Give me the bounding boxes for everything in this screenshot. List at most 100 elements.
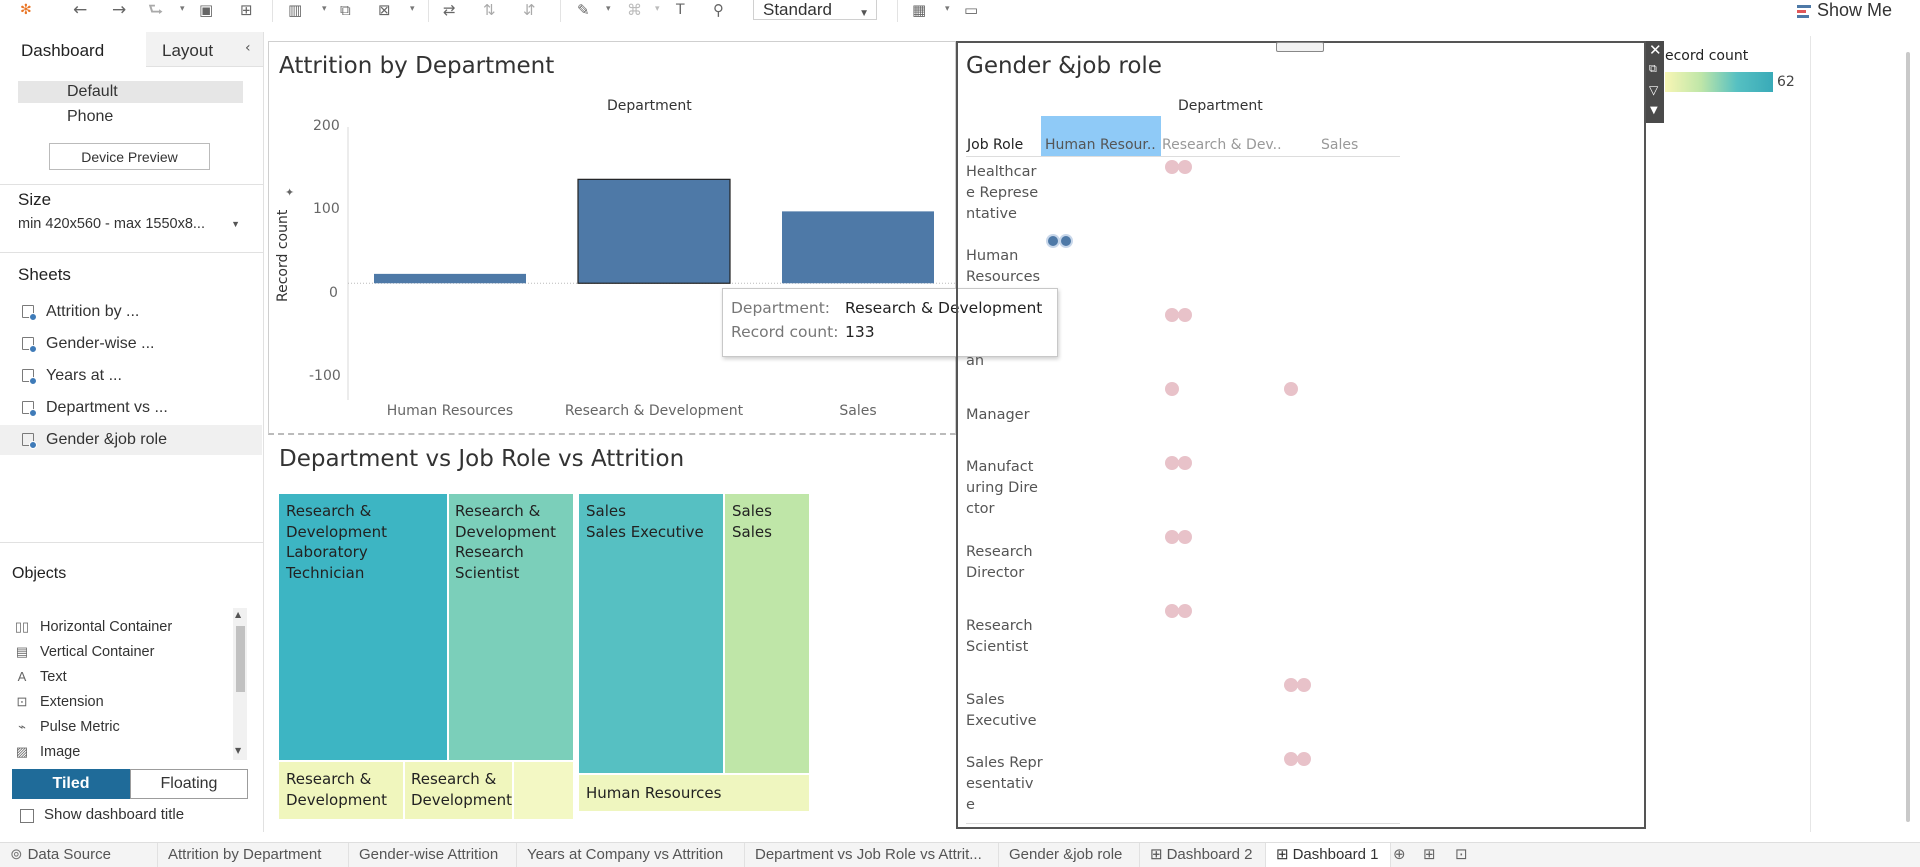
gender-dot[interactable] xyxy=(1165,308,1179,322)
filter-icon[interactable]: ▽ xyxy=(1649,83,1658,97)
gender-dot[interactable] xyxy=(1284,678,1298,692)
tab-dashboard-2[interactable]: ⊞ Dashboard 2 xyxy=(1140,843,1266,867)
canvas-scrollbar[interactable] xyxy=(1906,52,1910,822)
gender-dot[interactable] xyxy=(1297,752,1311,766)
new-worksheet-tab-icon[interactable]: ⊕ xyxy=(1393,845,1406,863)
replay-icon[interactable]: ⮑ xyxy=(148,0,163,20)
gender-dot[interactable] xyxy=(1178,604,1192,618)
gender-dot[interactable] xyxy=(1165,604,1179,618)
new-worksheet-caret-icon[interactable]: ▾ xyxy=(322,4,327,14)
more-options-icon[interactable]: ▼ xyxy=(1650,105,1658,116)
new-worksheet-icon[interactable]: ▥ xyxy=(288,0,302,20)
treemap-cell[interactable]: Sales Sales xyxy=(725,494,809,773)
tab-sheet[interactable]: Department vs Job Role vs Attrit... xyxy=(745,843,999,867)
tab-sheet[interactable]: Gender-wise Attrition xyxy=(349,843,517,867)
replay-caret-icon[interactable]: ▾ xyxy=(180,4,185,14)
tab-data-source[interactable]: ⊚ Data Source xyxy=(0,843,158,867)
tab-sheet[interactable]: Attrition by Department xyxy=(158,843,349,867)
object-item[interactable]: ▯▯ Horizontal Container xyxy=(14,615,229,639)
color-legend-ramp[interactable] xyxy=(1665,72,1773,92)
collapse-pane-icon[interactable]: ‹ xyxy=(245,40,251,56)
device-default[interactable]: Default xyxy=(18,81,243,103)
tab-sheet[interactable]: Gender &job role xyxy=(999,843,1140,867)
object-item[interactable]: ▨ Image xyxy=(14,740,229,760)
col-header[interactable]: Sales xyxy=(1321,137,1358,153)
gender-dot[interactable] xyxy=(1178,308,1192,322)
tab-dashboard-1[interactable]: ⊞ Dashboard 1 xyxy=(1266,843,1391,867)
sheet-item[interactable]: Gender &job role xyxy=(0,425,262,455)
gender-dot[interactable] xyxy=(1178,160,1192,174)
object-item[interactable]: ⊡ Extension xyxy=(14,690,229,714)
view-mode-select[interactable]: Standard ▼ xyxy=(753,0,877,20)
sheet-item[interactable]: Attrition by ... xyxy=(0,297,262,327)
highlight-icon[interactable]: ✎ xyxy=(577,0,590,20)
pin-axis-icon[interactable]: ✦ xyxy=(285,186,294,199)
gender-dot[interactable] xyxy=(1059,234,1073,248)
scroll-up-icon[interactable]: ▲ xyxy=(235,610,241,619)
bar[interactable] xyxy=(374,273,526,284)
gender-dot[interactable] xyxy=(1046,234,1060,248)
gender-dot[interactable] xyxy=(1297,678,1311,692)
object-item[interactable]: A Text xyxy=(14,665,229,689)
treemap-cell[interactable] xyxy=(514,762,573,819)
treemap-cell[interactable]: Research & Development xyxy=(279,762,403,819)
show-title-checkbox[interactable] xyxy=(20,809,34,823)
tableau-logo-icon[interactable]: ✻ xyxy=(20,0,32,20)
col-header[interactable]: Human Resour.. xyxy=(1045,137,1156,153)
zone-grip-icon[interactable] xyxy=(1276,42,1324,52)
labels-icon[interactable]: T xyxy=(676,0,685,20)
goto-sheet-icon[interactable]: ⧉ xyxy=(1649,62,1657,76)
size-select[interactable]: min 420x560 - max 1550x8... ▼ xyxy=(18,216,243,232)
save-icon[interactable]: ▣ xyxy=(199,0,213,20)
group-caret-icon[interactable]: ▾ xyxy=(655,4,660,14)
treemap[interactable]: Research & Development Laboratory Techni… xyxy=(279,494,809,819)
show-me-button[interactable]: Show Me xyxy=(1797,0,1892,20)
gender-role-zone[interactable] xyxy=(956,41,1646,829)
gender-dot[interactable] xyxy=(1165,160,1179,174)
object-item[interactable]: ▤ Vertical Container xyxy=(14,640,229,664)
gender-dot[interactable] xyxy=(1178,530,1192,544)
tiled-button[interactable]: Tiled xyxy=(12,769,130,799)
gender-dot[interactable] xyxy=(1284,752,1298,766)
new-story-tab-icon[interactable]: ⊡ xyxy=(1455,845,1468,863)
highlight-caret-icon[interactable]: ▾ xyxy=(606,4,611,14)
bar[interactable] xyxy=(782,211,934,284)
clear-caret-icon[interactable]: ▾ xyxy=(410,4,415,14)
col-header[interactable]: Research & Dev.. xyxy=(1162,137,1282,153)
tab-sheet[interactable]: Years at Company vs Attrition xyxy=(517,843,745,867)
gender-dot[interactable] xyxy=(1284,382,1298,396)
device-phone[interactable]: Phone xyxy=(18,106,243,128)
device-preview-button[interactable]: Device Preview xyxy=(49,143,210,170)
undo-icon[interactable]: ← xyxy=(73,0,87,20)
new-dashboard-tab-icon[interactable]: ⊞ xyxy=(1423,845,1436,863)
gender-dot[interactable] xyxy=(1165,456,1179,470)
new-data-source-icon[interactable]: ⊞ xyxy=(240,0,253,20)
sheet-item[interactable]: Years at ... xyxy=(0,361,262,391)
tab-dashboard[interactable]: Dashboard xyxy=(0,32,146,67)
bar[interactable] xyxy=(577,178,731,284)
sheet-item[interactable]: Gender-wise ... xyxy=(0,329,262,359)
treemap-cell[interactable]: Sales Sales Executive xyxy=(579,494,723,773)
presentation-mode-icon[interactable]: ▭ xyxy=(964,0,978,20)
duplicate-icon[interactable]: ⧉ xyxy=(340,0,351,20)
close-icon[interactable]: ✕ xyxy=(1649,41,1662,59)
treemap-cell[interactable]: Research & Development xyxy=(405,762,512,819)
show-cards-caret-icon[interactable]: ▾ xyxy=(945,4,950,14)
sort-descending-icon[interactable]: ⇵ xyxy=(523,0,536,20)
treemap-cell[interactable]: Human Resources xyxy=(579,775,809,811)
objects-scrollbar-thumb[interactable] xyxy=(236,626,245,692)
show-cards-icon[interactable]: ▦ xyxy=(912,0,926,20)
gender-dot[interactable] xyxy=(1178,456,1192,470)
gender-dot[interactable] xyxy=(1165,382,1179,396)
gender-dot[interactable] xyxy=(1165,530,1179,544)
object-item[interactable]: ⌁ Pulse Metric xyxy=(14,715,229,739)
pin-icon[interactable]: ⚲ xyxy=(713,0,724,20)
floating-button[interactable]: Floating xyxy=(130,769,248,799)
clear-sheet-icon[interactable]: ⊠ xyxy=(378,0,391,20)
swap-icon[interactable]: ⇄ xyxy=(443,0,456,20)
scroll-down-icon[interactable]: ▼ xyxy=(235,746,241,755)
redo-icon[interactable]: → xyxy=(112,0,126,20)
sort-ascending-icon[interactable]: ⇅ xyxy=(483,0,496,20)
attrition-bar-chart[interactable]: Human Resources Research & Development Sal… xyxy=(340,110,960,420)
group-icon[interactable]: ⌘ xyxy=(627,0,642,20)
